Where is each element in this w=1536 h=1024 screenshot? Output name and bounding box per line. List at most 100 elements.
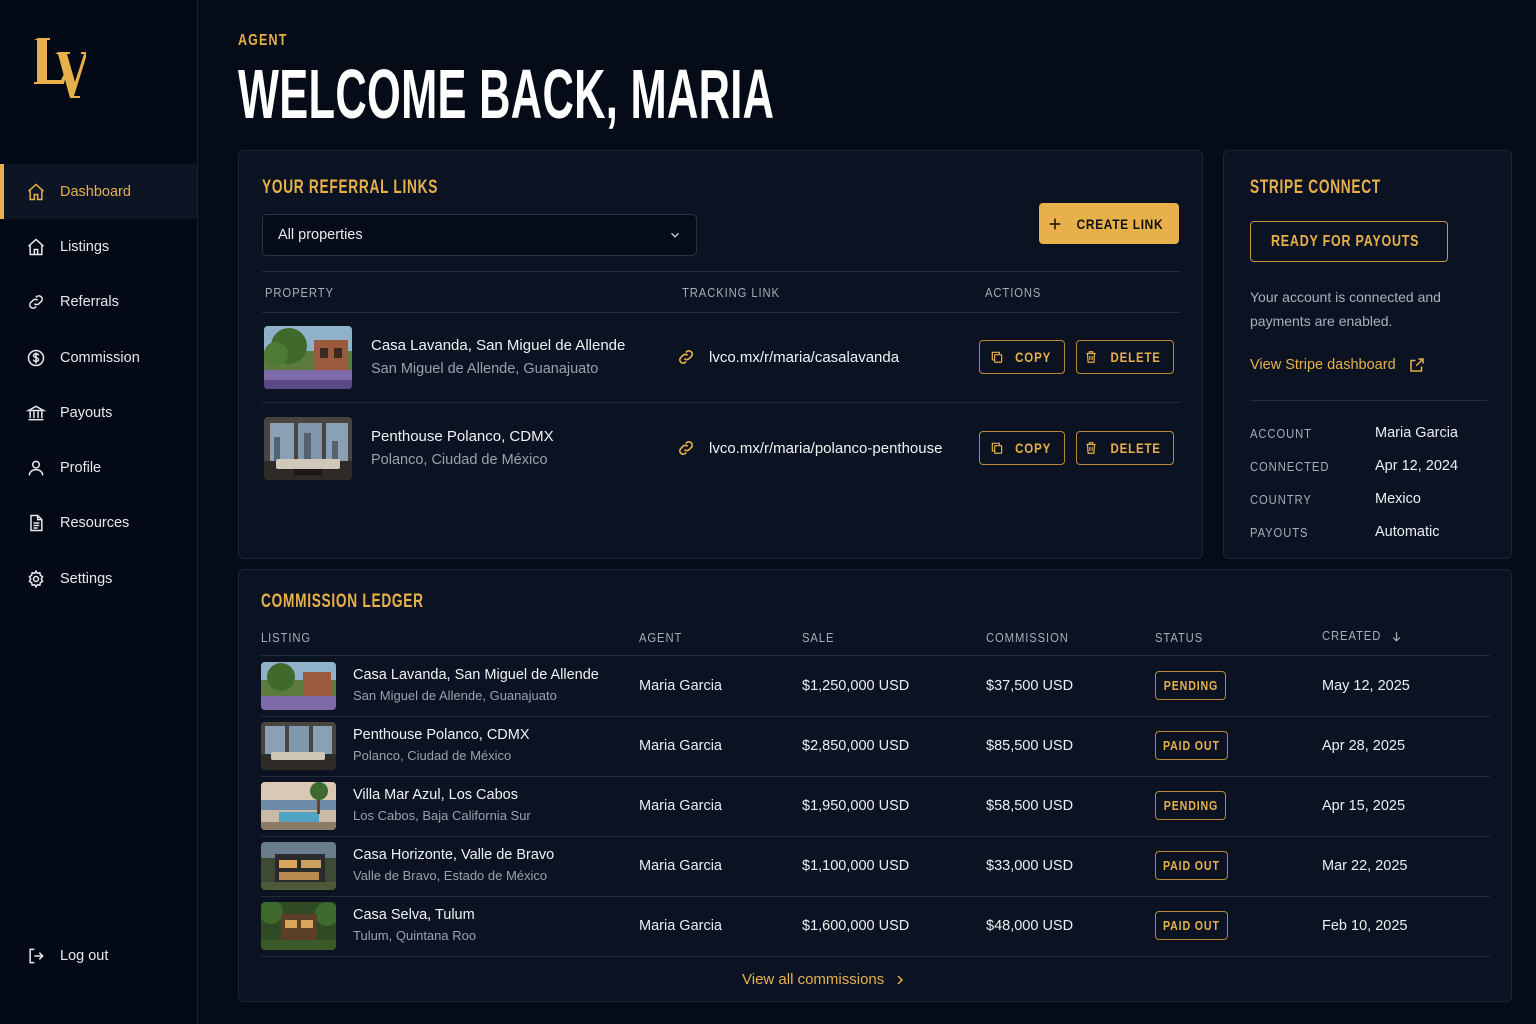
chevron-right-icon xyxy=(897,974,904,985)
copy-label: COPY xyxy=(1015,440,1051,456)
listing-name: Casa Lavanda, San Miguel de Allende xyxy=(353,667,599,683)
country-value: Mexico xyxy=(1375,491,1421,507)
view-all-commissions-link[interactable]: View all commissions xyxy=(742,971,908,988)
divider xyxy=(262,271,1180,272)
commission-ledger-card: COMMISSION LEDGER LISTING AGENT SALE COM… xyxy=(238,569,1512,1002)
property-thumbnail[interactable] xyxy=(264,417,352,480)
user-icon xyxy=(28,460,44,476)
create-link-button[interactable]: CREATE LINK xyxy=(1039,203,1179,244)
agent-cell: Maria Garcia xyxy=(639,798,722,814)
listing-thumbnail xyxy=(261,782,336,830)
divider xyxy=(1250,400,1487,401)
sidebar-item-profile[interactable]: Profile xyxy=(0,440,197,495)
view-stripe-dashboard-label: View Stripe dashboard xyxy=(1250,357,1396,373)
sidebar-item-commission[interactable]: Commission xyxy=(0,330,197,385)
property-filter-select[interactable]: All properties xyxy=(262,214,697,256)
external-link-icon xyxy=(1409,358,1424,372)
commission-ledger-title: COMMISSION LEDGER xyxy=(261,591,424,612)
link-icon xyxy=(29,295,43,310)
logout-button[interactable]: Log out xyxy=(0,928,197,983)
payout-status-label: READY FOR PAYOUTS xyxy=(1271,232,1420,250)
bank-icon xyxy=(26,405,46,421)
created-cell: Mar 22, 2025 xyxy=(1322,858,1408,874)
tracking-link[interactable]: lvco.mx/r/maria/casalavanda xyxy=(709,349,899,366)
home-icon xyxy=(28,183,44,200)
status-label: PAID OUT xyxy=(1163,918,1220,933)
dollar-circle-icon xyxy=(27,349,45,366)
sale-cell: $1,950,000 USD xyxy=(802,798,910,814)
sidebar-item-label: Settings xyxy=(60,570,113,587)
trash-icon xyxy=(1086,351,1097,363)
sale-cell: $1,600,000 USD xyxy=(802,918,910,934)
account-value: Maria Garcia xyxy=(1375,425,1458,441)
column-header-property: PROPERTY xyxy=(265,286,334,300)
property-location: Polanco, Ciudad de México xyxy=(371,452,548,468)
commission-cell: $37,500 USD xyxy=(986,678,1074,694)
column-header-status: STATUS xyxy=(1155,631,1204,645)
property-location: San Miguel de Allende, Guanajuato xyxy=(371,361,599,377)
listing-location: Los Cabos, Baja California Sur xyxy=(353,808,531,823)
view-stripe-dashboard-link[interactable]: View Stripe dashboard xyxy=(1250,356,1426,374)
created-cell: Apr 15, 2025 xyxy=(1322,798,1406,814)
sidebar-item-label: Commission xyxy=(60,349,140,366)
referral-links-title: YOUR REFERRAL LINKS xyxy=(262,177,439,198)
divider xyxy=(262,402,1180,403)
divider xyxy=(261,956,1490,957)
page-title: WELCOME BACK, MARIA xyxy=(238,55,775,133)
sidebar-item-listings[interactable]: Listings xyxy=(0,219,197,274)
copy-icon xyxy=(991,442,1003,454)
column-header-created-sort[interactable]: CREATED xyxy=(1322,629,1403,643)
divider xyxy=(261,776,1490,777)
sidebar-item-label: Listings xyxy=(60,238,110,255)
column-header-actions: ACTIONS xyxy=(985,286,1042,300)
sidebar-item-dashboard[interactable]: Dashboard xyxy=(0,164,197,220)
payouts-value: Automatic xyxy=(1375,524,1440,540)
copy-label: COPY xyxy=(1015,349,1051,365)
delete-label: DELETE xyxy=(1110,349,1162,365)
stripe-connect-title: STRIPE CONNECT xyxy=(1250,177,1381,198)
plus-icon xyxy=(1049,218,1061,229)
property-name: Penthouse Polanco, CDMX xyxy=(371,428,554,445)
connected-key: CONNECTED xyxy=(1250,460,1330,474)
delete-label: DELETE xyxy=(1110,440,1162,456)
gear-icon xyxy=(28,569,44,589)
stripe-connect-card: STRIPE CONNECT READY FOR PAYOUTS Your ac… xyxy=(1223,150,1512,559)
sidebar: Dashboard Listings Referrals Commission … xyxy=(0,0,198,1024)
commission-cell: $58,500 USD xyxy=(986,798,1074,814)
chevron-down-icon xyxy=(671,232,679,238)
listing-thumbnail xyxy=(261,842,336,890)
logout-section: Log out xyxy=(0,928,197,983)
column-header-agent: AGENT xyxy=(639,631,683,645)
property-name: Casa Lavanda, San Miguel de Allende xyxy=(371,337,626,354)
column-header-sale: SALE xyxy=(802,631,835,645)
sidebar-item-resources[interactable]: Resources xyxy=(0,496,197,551)
delete-button[interactable]: DELETE xyxy=(1076,340,1174,374)
status-badge: PENDING xyxy=(1155,671,1226,700)
status-label: PAID OUT xyxy=(1163,738,1220,753)
column-header-tracking-link: TRACKING LINK xyxy=(682,286,780,300)
sidebar-item-settings[interactable]: Settings xyxy=(0,551,197,606)
sidebar-item-payouts[interactable]: Payouts xyxy=(0,385,197,440)
created-cell: Apr 28, 2025 xyxy=(1322,738,1406,754)
sidebar-item-referrals[interactable]: Referrals xyxy=(0,275,197,330)
house-icon xyxy=(28,238,44,256)
commission-cell: $85,500 USD xyxy=(986,738,1074,754)
property-thumbnail[interactable] xyxy=(264,326,352,389)
listing-location: Tulum, Quintana Roo xyxy=(353,928,477,943)
delete-button[interactable]: DELETE xyxy=(1076,431,1174,465)
arrow-down-icon xyxy=(1392,631,1400,642)
listing-name: Casa Horizonte, Valle de Bravo xyxy=(353,847,555,863)
sidebar-nav: Dashboard Listings Referrals Commission … xyxy=(0,164,197,606)
create-link-label: CREATE LINK xyxy=(1076,215,1164,232)
payout-status-badge: READY FOR PAYOUTS xyxy=(1250,221,1448,262)
tracking-link[interactable]: lvco.mx/r/maria/polanco-penthouse xyxy=(709,440,942,457)
copy-button[interactable]: COPY xyxy=(979,431,1065,465)
copy-button[interactable]: COPY xyxy=(979,340,1065,374)
divider xyxy=(262,312,1180,313)
listing-location: Valle de Bravo, Estado de México xyxy=(353,868,548,883)
brand-logo[interactable] xyxy=(34,34,86,100)
sale-cell: $1,100,000 USD xyxy=(802,858,910,874)
divider xyxy=(261,896,1490,897)
link-icon xyxy=(679,350,693,364)
divider xyxy=(261,716,1490,717)
